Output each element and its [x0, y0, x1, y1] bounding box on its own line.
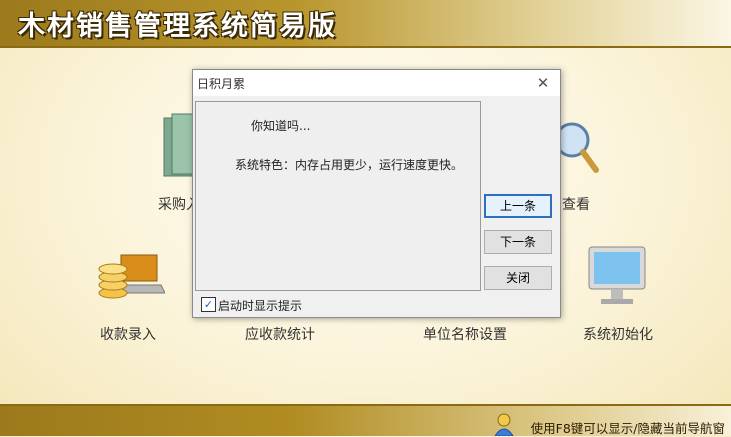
tip-text: 系统特色：内存占用更少，运行速度更快。 — [235, 158, 464, 172]
next-tip-button[interactable]: 下一条 — [484, 230, 552, 254]
tile-label: 系统初始化 — [583, 327, 653, 343]
dialog-title: 日积月累 — [197, 77, 246, 91]
dialog-titlebar[interactable]: 日积月累 ✕ — [193, 70, 560, 96]
tile-label: 收款录入 — [100, 327, 156, 343]
tip-panel: 你知道吗... 系统特色：内存占用更少，运行速度更快。 — [195, 101, 481, 291]
tile-receipt-entry[interactable]: 收款录入 — [90, 245, 170, 345]
tile-label: 查看 — [562, 197, 590, 213]
user-icon — [494, 413, 514, 436]
close-button[interactable]: 关闭 — [484, 266, 552, 290]
show-on-startup-checkbox[interactable]: ✓ — [201, 297, 216, 312]
close-icon[interactable]: ✕ — [532, 72, 554, 94]
footer-bar: 使用F8键可以显示/隐藏当前导航窗 — [0, 404, 731, 436]
tile-receivables-stats[interactable]: 应收款统计 — [240, 318, 330, 346]
tile-system-init[interactable]: 系统初始化 — [575, 245, 665, 345]
prev-tip-button[interactable]: 上一条 — [484, 194, 552, 218]
title-banner: 木材销售管理系统简易版 — [0, 0, 731, 48]
app-title: 木材销售管理系统简易版 — [18, 11, 337, 42]
f8-hint: 使用F8键可以显示/隐藏当前导航窗 — [530, 421, 725, 436]
tip-dialog: 日积月累 ✕ 你知道吗... 系统特色：内存占用更少，运行速度更快。 上一条 下… — [192, 69, 561, 318]
tile-unit-names[interactable]: 单位名称设置 — [418, 318, 523, 346]
tip-heading: 你知道吗... — [251, 119, 311, 133]
coins-laptop-icon — [98, 254, 165, 299]
show-on-startup-label[interactable]: 启动时显示提示 — [218, 297, 302, 314]
tile-label: 应收款统计 — [245, 327, 315, 343]
monitor-icon — [588, 246, 646, 304]
tile-label: 单位名称设置 — [423, 327, 507, 343]
